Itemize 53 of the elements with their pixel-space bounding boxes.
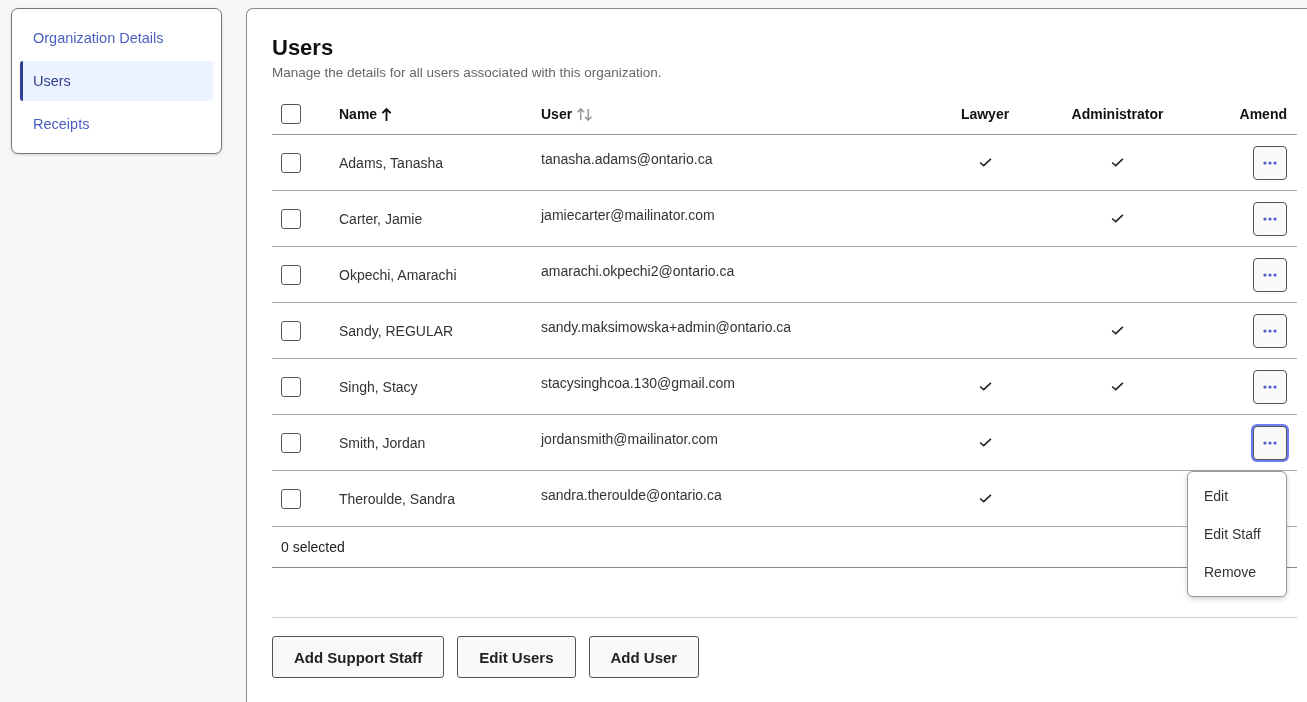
column-header: Administrator (1071, 106, 1164, 122)
action-button[interactable]: Add User (588, 636, 700, 678)
sort-icon[interactable] (576, 106, 594, 122)
more-options-button[interactable] (1253, 369, 1287, 404)
table-cell: Smith, Jordan (339, 434, 426, 451)
table-cell: tanasha.adams@ontario.ca (541, 151, 713, 167)
sidebar-item[interactable]: Receipts (20, 104, 213, 144)
column-header[interactable]: User (541, 106, 573, 122)
row-checkbox[interactable] (281, 488, 301, 509)
action-button[interactable]: Edit Users (457, 636, 576, 678)
table-cell: sandra.theroulde@ontario.ca (541, 487, 722, 503)
more-options-button[interactable] (1253, 257, 1287, 292)
table-cell: Theroulde, Sandra (339, 490, 455, 507)
page-subtitle: Manage the details for all users associated with this organization. (272, 65, 663, 80)
ellipsis-icon (1263, 328, 1277, 333)
row-checkbox[interactable] (281, 208, 301, 229)
column-header: Amend (1239, 106, 1287, 122)
table-cell: Singh, Stacy (339, 378, 418, 395)
ellipsis-icon (1263, 272, 1277, 277)
more-options-button[interactable] (1253, 425, 1287, 460)
row-checkbox[interactable] (281, 432, 301, 453)
table-cell: jamiecarter@mailinator.com (541, 207, 715, 223)
table-cell: jordansmith@mailinator.com (541, 431, 718, 447)
more-options-button[interactable] (1253, 201, 1287, 236)
table-cell: sandy.maksimowska+admin@ontario.ca (541, 319, 792, 335)
select-all-checkbox[interactable] (281, 104, 301, 124)
column-header: Lawyer (960, 106, 1010, 122)
up-arrow-icon[interactable] (381, 106, 393, 122)
row-checkbox[interactable] (281, 320, 301, 341)
table-cell: Adams, Tanasha (339, 154, 444, 171)
menu-item[interactable]: Edit Staff (1188, 514, 1286, 553)
menu-item[interactable]: Remove (1188, 552, 1286, 591)
ellipsis-icon (1263, 384, 1277, 389)
menu-item[interactable]: Edit (1188, 476, 1286, 515)
more-options-button[interactable] (1253, 313, 1287, 348)
sidebar-item[interactable]: Organization Details (20, 18, 213, 58)
table-cell: Okpechi, Amarachi (339, 266, 457, 283)
ellipsis-icon (1263, 440, 1277, 445)
action-button[interactable]: Add Support Staff (272, 636, 445, 678)
ellipsis-icon (1263, 160, 1277, 165)
column-header[interactable]: Name (339, 106, 378, 122)
page-title: Users (272, 35, 335, 61)
row-checkbox[interactable] (281, 152, 301, 173)
table-cell: Sandy, REGULAR (339, 322, 454, 339)
table-cell: stacysinghcoa.130@gmail.com (541, 375, 735, 391)
row-checkbox[interactable] (281, 264, 301, 285)
table-cell: Carter, Jamie (339, 210, 423, 227)
sidebar-item[interactable]: Users (20, 61, 213, 101)
row-checkbox[interactable] (281, 376, 301, 397)
more-options-button[interactable] (1253, 145, 1287, 180)
ellipsis-icon (1263, 216, 1277, 221)
table-cell: amarachi.okpechi2@ontario.ca (541, 263, 735, 279)
selection-count: 0 selected (281, 539, 345, 555)
